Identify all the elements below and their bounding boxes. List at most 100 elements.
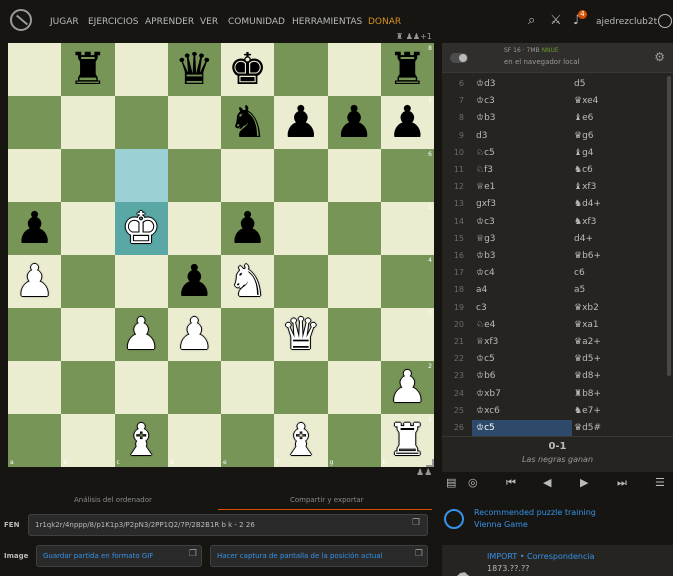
board-resize-handle[interactable] (426, 459, 434, 467)
book-icon[interactable]: ▤ (446, 476, 456, 489)
square-b8[interactable]: ♜ (61, 43, 115, 96)
tab-computer-analysis[interactable]: Análisis del ordenador (74, 496, 152, 504)
black-rook-icon[interactable]: ♜ (388, 47, 427, 92)
white-move[interactable]: ♔c5 (472, 351, 572, 368)
copy-icon[interactable]: ❐ (189, 549, 197, 559)
black-move[interactable]: c6 (574, 265, 664, 282)
black-move[interactable]: ♛d5+ (574, 351, 664, 368)
square-c6[interactable] (114, 149, 168, 202)
white-pawn-icon[interactable]: ♟ (388, 365, 427, 410)
black-move[interactable]: ♛d8+ (574, 368, 664, 385)
black-knight-icon[interactable]: ♞ (228, 100, 267, 145)
square-f4[interactable] (274, 255, 328, 308)
puzzle-title[interactable]: Recommended puzzle training (474, 508, 596, 517)
black-move[interactable]: ♛b6+ (574, 248, 664, 265)
square-a4[interactable]: ♟ (8, 255, 62, 308)
black-move[interactable]: ♛g6 (574, 128, 664, 145)
square-a3[interactable] (8, 308, 62, 361)
square-d4[interactable]: ♟ (167, 255, 221, 308)
user-avatar[interactable] (658, 14, 672, 28)
username[interactable]: ajedrezclub2t (596, 17, 657, 27)
nav-comunidad[interactable]: COMUNIDAD (228, 17, 285, 27)
white-pawn-icon[interactable]: ♟ (15, 259, 54, 304)
square-g1[interactable]: g (327, 414, 381, 467)
screenshot-button[interactable]: Hacer captura de pantalla de la posición… (210, 545, 428, 567)
square-h4[interactable]: 4 (380, 255, 434, 308)
square-c8[interactable] (114, 43, 168, 96)
chess-board[interactable]: ♜ ♛ ♚ ♜ 8 ♞ ♟ ♟ ♟ 7 6 ♟ ♚ ♟ 5 ♟ ♟ ♞ 4 ♟ ♟ ♛ 3 ♟ 2 a b ♝ c d e ♝ f g ♜ 1 h (8, 43, 434, 467)
square-d6[interactable] (167, 149, 221, 202)
square-a5[interactable]: ♟ (8, 202, 62, 255)
white-bishop-icon[interactable]: ♝ (281, 418, 320, 463)
nav-jugar[interactable]: JUGAR (50, 17, 79, 27)
black-pawn-icon[interactable]: ♟ (15, 206, 54, 251)
black-move[interactable]: d5 (574, 76, 664, 93)
white-move[interactable]: ♕xf3 (472, 334, 572, 351)
black-move[interactable]: ♛d5# (574, 420, 664, 437)
copy-icon[interactable]: ❐ (409, 518, 423, 532)
white-move[interactable]: ♕e1 (472, 179, 572, 196)
square-b2[interactable] (61, 361, 115, 414)
square-c1[interactable]: ♝ c (114, 414, 168, 467)
menu-icon[interactable]: ☰ (655, 476, 665, 489)
square-b5[interactable] (61, 202, 115, 255)
white-move[interactable]: ♔d3 (472, 76, 572, 93)
square-g8[interactable] (327, 43, 381, 96)
square-g4[interactable] (327, 255, 381, 308)
white-move[interactable]: ♔b3 (472, 248, 572, 265)
square-c5[interactable]: ♚ (114, 202, 168, 255)
nav-ejercicios[interactable]: EJERCICIOS (88, 17, 139, 27)
black-move[interactable]: ♞xf3 (574, 214, 664, 231)
square-g3[interactable] (327, 308, 381, 361)
black-move[interactable]: a5 (574, 282, 664, 299)
black-pawn-icon[interactable]: ♟ (175, 259, 214, 304)
white-rook-icon[interactable]: ♜ (388, 418, 427, 463)
black-pawn-icon[interactable]: ♟ (228, 206, 267, 251)
nav-ver[interactable]: VER (200, 17, 218, 27)
square-e2[interactable] (221, 361, 275, 414)
white-pawn-icon[interactable]: ♟ (121, 312, 160, 357)
black-move[interactable]: ♛xa1 (574, 317, 664, 334)
square-h6[interactable]: 6 (380, 149, 434, 202)
square-c2[interactable] (114, 361, 168, 414)
prev-move-icon[interactable]: ◀ (543, 476, 551, 489)
black-move[interactable]: d4+ (574, 231, 664, 248)
square-f8[interactable] (274, 43, 328, 96)
square-h8[interactable]: ♜ 8 (380, 43, 434, 96)
target-icon[interactable]: ◎ (468, 476, 478, 489)
last-move-icon[interactable]: ⏭ (617, 476, 627, 490)
square-d2[interactable] (167, 361, 221, 414)
white-bishop-icon[interactable]: ♝ (121, 418, 160, 463)
square-e6[interactable] (221, 149, 275, 202)
square-h3[interactable]: 3 (380, 308, 434, 361)
square-d1[interactable]: d (167, 414, 221, 467)
black-move[interactable]: ♛a2+ (574, 334, 664, 351)
white-move[interactable]: ♔b3 (472, 110, 572, 127)
square-h2[interactable]: ♟ 2 (380, 361, 434, 414)
white-move[interactable]: ♔c3 (472, 93, 572, 110)
square-b4[interactable] (61, 255, 115, 308)
square-f1[interactable]: ♝ f (274, 414, 328, 467)
black-move[interactable]: ♞c6 (574, 162, 664, 179)
white-move[interactable]: ♔xc6 (472, 403, 572, 420)
square-d7[interactable] (167, 96, 221, 149)
white-king-icon[interactable]: ♚ (121, 206, 160, 251)
square-a2[interactable] (8, 361, 62, 414)
puzzle-opening[interactable]: Vienna Game (474, 520, 528, 529)
nav-aprender[interactable]: APRENDER (145, 17, 194, 27)
fen-field[interactable]: 1r1qk2r/4nppp/8/p1K1p3/P2pN3/2PP1Q2/7P/2… (28, 514, 428, 536)
white-move[interactable]: gxf3 (472, 196, 572, 213)
square-h5[interactable]: 5 (380, 202, 434, 255)
black-move[interactable]: ♜b8+ (574, 386, 664, 403)
square-d5[interactable] (167, 202, 221, 255)
square-g5[interactable] (327, 202, 381, 255)
tab-share-export[interactable]: Compartir y exportar (290, 496, 364, 504)
white-move[interactable]: ♘f3 (472, 162, 572, 179)
square-g6[interactable] (327, 149, 381, 202)
square-e8[interactable]: ♚ (221, 43, 275, 96)
black-move[interactable]: ♞e7+ (574, 403, 664, 420)
black-move[interactable]: ♛xe4 (574, 93, 664, 110)
square-a6[interactable] (8, 149, 62, 202)
game-type[interactable]: IMPORT • Correspondencia (487, 552, 595, 561)
square-e1[interactable]: e (221, 414, 275, 467)
